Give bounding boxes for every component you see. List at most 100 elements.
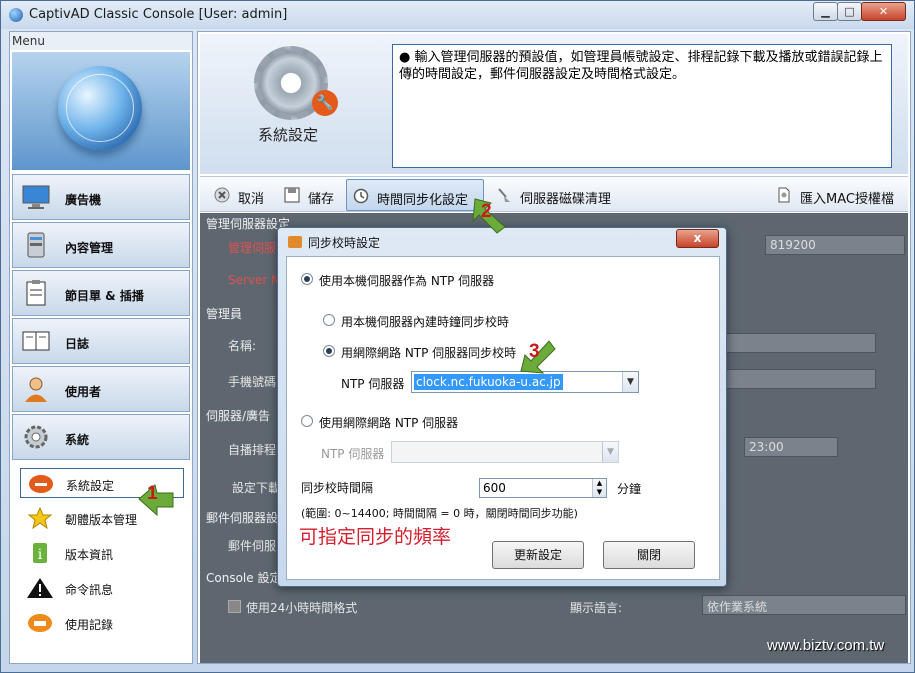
menu-item-log[interactable]: 日誌 — [12, 318, 190, 364]
menu-banner — [12, 52, 190, 170]
app-globe-icon — [9, 8, 23, 22]
cancel-label: 取消 — [238, 192, 265, 207]
server-icon — [27, 232, 45, 258]
auto-schedule-label: 自播排程 — [228, 443, 277, 457]
menu-item-users[interactable]: 使用者 — [12, 366, 190, 412]
update-settings-button[interactable]: 更新設定 — [492, 541, 584, 569]
range-note: (範圍: 0~14400; 時間間隔 = 0 時，關閉時間同步功能) — [301, 507, 578, 520]
chevron-down-icon: ▼ — [602, 442, 618, 462]
page-description: ● 輸入管理伺服器的預設值，如管理員帳號設定、排程記錄下載及播放或錯誤記錄上傳的… — [392, 44, 892, 168]
step-marker-1: 1 — [137, 479, 175, 517]
gear-icon — [24, 425, 48, 449]
mail-server-label: 郵件伺服 — [228, 539, 277, 553]
download-setting-label: 設定下載 — [232, 481, 281, 495]
chevron-down-icon[interactable]: ▼ — [622, 372, 638, 392]
port-field[interactable]: 819200 — [765, 235, 905, 255]
page-title: 系統設定 — [258, 126, 319, 144]
step-marker-2: 2 — [471, 197, 509, 235]
use-24h-checkbox[interactable] — [228, 600, 241, 613]
window-title: CaptivAD Classic Console [User: admin] — [29, 7, 288, 22]
left-menu: Menu 廣告機 內容管理 節目單 & 插播 日誌 使用者 系統 系統設定 韌體… — [9, 31, 193, 664]
menu-item-content[interactable]: 內容管理 — [12, 222, 190, 268]
section-server-ad: 伺服器/廣告 — [206, 409, 271, 423]
radio-use-internet-ntp[interactable] — [301, 415, 313, 427]
submenu-label: 版本資訊 — [65, 548, 114, 562]
dialog-app-icon — [288, 236, 302, 248]
minimize-button[interactable]: ▁ — [813, 2, 838, 21]
info-icon: i — [33, 543, 47, 563]
sync-interval-value: 600 — [483, 481, 506, 495]
wrench-badge-icon: 🔧 — [312, 90, 338, 116]
dialog-title: 同步校時設定 — [308, 236, 381, 250]
phone-label: 手機號碼 — [228, 375, 277, 389]
section-mail: 郵件伺服器設 — [206, 511, 279, 525]
name-field[interactable] — [720, 333, 876, 353]
globe-icon — [58, 66, 142, 150]
builtin-clock-label: 用本機伺服器內建時鐘同步校時 — [341, 315, 510, 329]
maximize-button[interactable]: □ — [837, 2, 862, 21]
clipboard-icon — [26, 280, 46, 306]
submenu-version-info[interactable]: i 版本資訊 — [20, 538, 184, 568]
radio-internet-ntp[interactable] — [323, 345, 335, 357]
clock-sync-icon — [353, 188, 369, 204]
menu-item-label: 內容管理 — [65, 241, 114, 255]
import-mac-license-button[interactable]: 匯入MAC授權檔 — [770, 179, 906, 211]
wrench-icon — [29, 475, 53, 493]
radio-builtin-clock[interactable] — [323, 314, 335, 326]
dialog-body: 使用本機伺服器作為 NTP 伺服器 用本機伺服器內建時鐘同步校時 用網際網路 N… — [286, 256, 720, 580]
name-label: 名稱: — [228, 339, 257, 353]
submenu-command-messages[interactable]: 命令訊息 — [20, 573, 184, 603]
monitor-icon — [22, 185, 50, 209]
menu-item-label: 節目單 & 插播 — [65, 289, 144, 303]
ntp-server-label: NTP 伺服器 — [341, 377, 405, 391]
user-icon — [25, 377, 47, 402]
interval-unit: 分鐘 — [617, 482, 642, 496]
use-24h-label: 使用24小時時間格式 — [246, 601, 358, 615]
submenu-label: 命令訊息 — [65, 583, 114, 597]
cancel-button[interactable]: 取消 — [208, 179, 276, 211]
submenu-usage-log[interactable]: 使用記錄 — [20, 608, 184, 638]
phone-field[interactable] — [720, 369, 876, 389]
watermark: www.biztv.com.tw — [767, 637, 885, 654]
step-marker-3: 3 — [519, 337, 557, 375]
display-language-label: 顯示語言: — [570, 601, 623, 615]
menu-item-label: 日誌 — [65, 337, 90, 351]
cancel-icon — [214, 187, 230, 203]
dialog-close-button[interactable]: x — [676, 229, 719, 248]
menu-item-system[interactable]: 系統 — [12, 414, 190, 460]
disk-cleanup-button[interactable]: 伺服器磁碟清理 — [490, 179, 630, 211]
title-bar[interactable]: CaptivAD Classic Console [User: admin] ▁… — [1, 1, 914, 29]
save-icon — [284, 187, 300, 203]
menu-item-label: 使用者 — [65, 385, 102, 399]
book-icon — [22, 331, 50, 351]
save-button[interactable]: 儲存 — [278, 179, 344, 211]
submenu-label: 韌體版本管理 — [65, 513, 138, 527]
hand-icon — [28, 614, 52, 632]
section-admin: 管理員 — [206, 307, 243, 321]
time-sync-settings-button[interactable]: 時間同步化設定 — [346, 179, 484, 211]
import-mac-label: 匯入MAC授權檔 — [800, 192, 894, 207]
use-internet-ntp-label: 使用網際網路 NTP 伺服器 — [319, 416, 459, 430]
app-window: CaptivAD Classic Console [User: admin] ▁… — [0, 0, 915, 673]
save-label: 儲存 — [308, 192, 335, 207]
menu-item-ad-player[interactable]: 廣告機 — [12, 174, 190, 220]
mgmt-server-label: 管理伺服 — [228, 241, 277, 255]
submenu-label: 使用記錄 — [65, 618, 114, 632]
sync-interval-label: 同步校時間隔 — [301, 481, 374, 495]
close-window-button[interactable]: ✕ — [861, 2, 906, 21]
file-import-icon — [778, 187, 790, 203]
sync-interval-stepper[interactable]: 600 ▲ ▼ — [479, 478, 607, 498]
dialog-close-action-button[interactable]: 關閉 — [603, 541, 695, 569]
local-ntp-label: 使用本機伺服器作為 NTP 伺服器 — [319, 274, 495, 288]
ntp-server-label-disabled: NTP 伺服器 — [321, 447, 385, 461]
schedule-time-field[interactable]: 23:00 — [744, 437, 838, 457]
display-language-select[interactable]: 依作業系統 — [702, 595, 906, 615]
disk-cleanup-label: 伺服器磁碟清理 — [520, 192, 612, 207]
radio-local-ntp[interactable] — [301, 273, 313, 285]
page-header: 🔧 系統設定 ● 輸入管理伺服器的預設值，如管理員帳號設定、排程記錄下載及播放或… — [200, 34, 908, 174]
star-icon — [27, 507, 53, 529]
stepper-arrows-icon[interactable]: ▲ ▼ — [592, 479, 606, 497]
internet-ntp-label: 用網際網路 NTP 伺服器同步校時 — [341, 346, 517, 360]
menu-item-schedule[interactable]: 節目單 & 插播 — [12, 270, 190, 316]
warning-icon — [27, 578, 53, 598]
